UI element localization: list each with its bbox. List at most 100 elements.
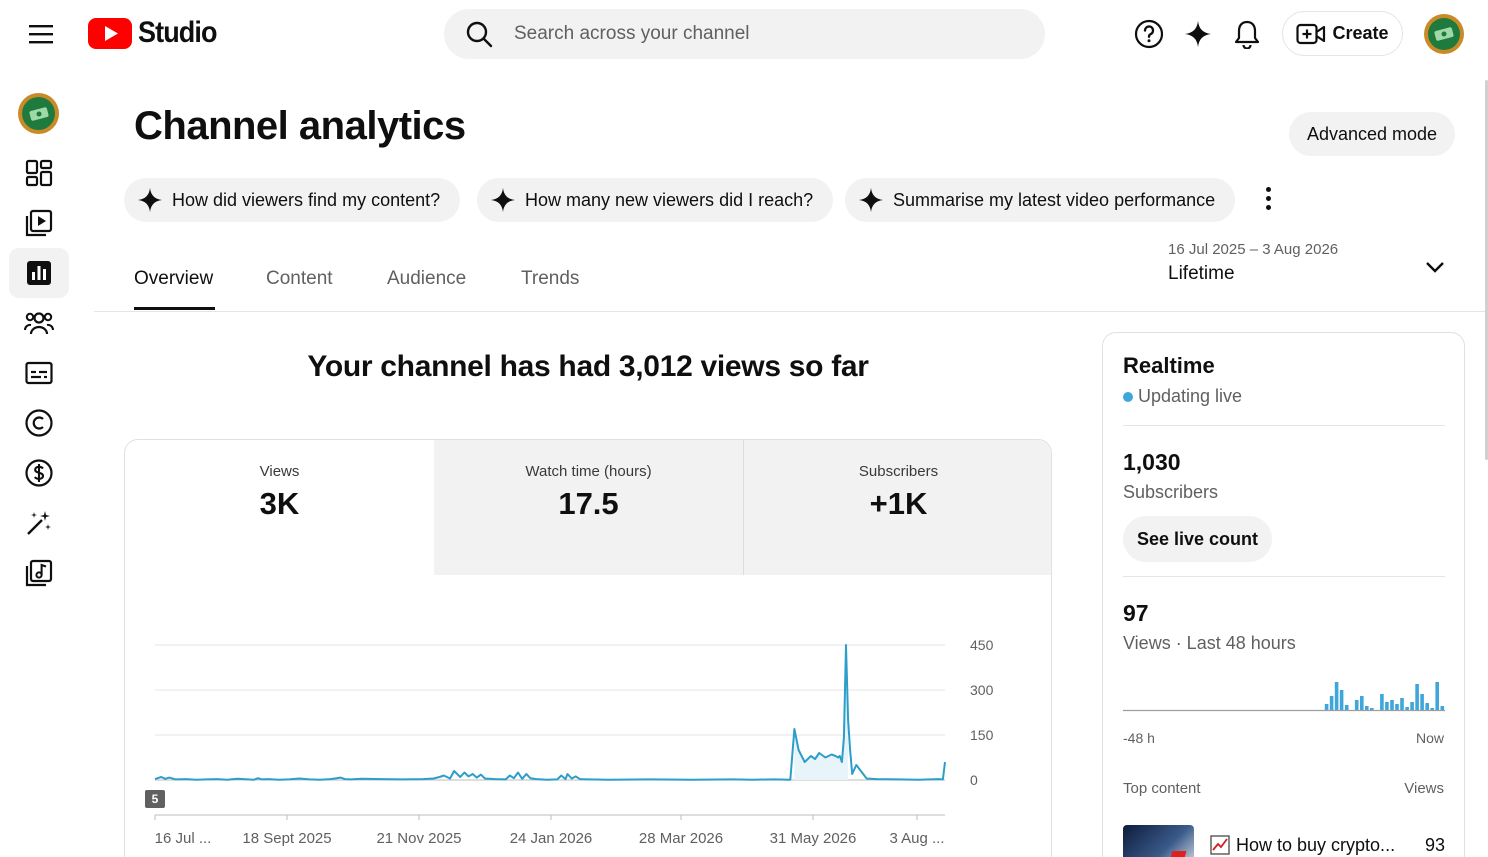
realtime-title: Realtime: [1123, 353, 1215, 378]
sparkle-icon[interactable]: [1178, 14, 1218, 54]
create-button[interactable]: Create: [1282, 11, 1403, 56]
y-tick-label: 0: [970, 772, 978, 788]
metric-value: +1K: [869, 486, 928, 521]
realtime-views-value: 97: [1123, 600, 1149, 626]
studio-logo[interactable]: Studio: [88, 16, 225, 50]
advanced-mode-button[interactable]: Advanced mode: [1289, 112, 1455, 156]
search-bar[interactable]: [444, 9, 1045, 59]
help-icon[interactable]: [1129, 14, 1169, 54]
account-avatar[interactable]: [1424, 14, 1464, 54]
tab-content[interactable]: Content: [266, 268, 333, 290]
realtime-bar: [1400, 698, 1404, 710]
realtime-bar: [1435, 682, 1439, 710]
active-tab-indicator: [134, 307, 215, 310]
x-tick-label: 21 Nov 2025: [376, 830, 461, 847]
sidebar-item-community[interactable]: [9, 298, 69, 348]
tab-trends[interactable]: Trends: [521, 268, 579, 290]
x-tick-label: 18 Sept 2025: [242, 830, 331, 847]
youtube-play-icon: [88, 17, 132, 49]
realtime-subscribers-value: 1,030: [1123, 449, 1181, 475]
sidebar-item-analytics[interactable]: [9, 248, 69, 298]
x-tick-label: 24 Jan 2026: [510, 830, 593, 847]
realtime-bar: [1334, 682, 1339, 710]
people-icon: [24, 312, 54, 335]
magic-wand-icon: [27, 511, 51, 535]
metric-value: 3K: [259, 486, 300, 521]
tab-overview[interactable]: Overview: [134, 268, 213, 290]
y-tick-label: 450: [970, 637, 994, 653]
metric-value: 17.5: [558, 486, 619, 521]
chip-label: How many new viewers did I reach?: [525, 189, 814, 210]
audio-library-icon: [25, 559, 53, 587]
realtime-bar: [1360, 696, 1364, 710]
chart-trend-icon: [1210, 835, 1230, 855]
top-views-label: Views: [1404, 780, 1444, 797]
realtime-bar: [1425, 703, 1429, 710]
realtime-axis-start: -48 h: [1123, 730, 1155, 746]
top-content-item[interactable]: How to buy crypto... 93: [1123, 825, 1445, 857]
metric-label: Subscribers: [858, 463, 939, 480]
dashboard-icon: [25, 159, 53, 187]
realtime-status-text: Updating live: [1138, 386, 1243, 406]
see-live-count-button[interactable]: See live count: [1123, 516, 1272, 562]
x-tick-label: 28 Mar 2026: [639, 830, 723, 847]
channel-avatar[interactable]: [18, 93, 59, 134]
sidebar-item-dashboard[interactable]: [9, 148, 69, 198]
metric-label: Views: [259, 463, 300, 480]
sidebar-item-copyright[interactable]: [9, 398, 69, 448]
sidebar-item-audio-library[interactable]: [9, 548, 69, 598]
create-video-icon: [1296, 23, 1326, 44]
tab-audience[interactable]: Audience: [387, 268, 466, 290]
sidebar-item-content[interactable]: [9, 198, 69, 248]
sparkle-icon: [859, 188, 883, 212]
video-marker-label: 5: [152, 792, 159, 806]
x-tick-label: 16 Jul ...: [155, 830, 212, 847]
realtime-bar: [1395, 704, 1399, 710]
metric-watch-time[interactable]: Watch time (hours) 17.5: [434, 440, 743, 575]
realtime-bar: [1415, 684, 1419, 710]
date-period[interactable]: Lifetime: [1168, 263, 1235, 285]
divider: [1123, 576, 1445, 577]
realtime-axis-end: Now: [1415, 730, 1444, 746]
sparkle-icon: [138, 188, 162, 212]
realtime-status: Updating live: [1123, 386, 1242, 407]
sidebar-item-subtitles[interactable]: [9, 348, 69, 398]
date-range[interactable]: 16 Jul 2025 – 3 Aug 2026: [1168, 241, 1338, 258]
sidebar-item-customisation[interactable]: [9, 498, 69, 548]
realtime-bar: [1339, 690, 1344, 710]
notifications-bell-icon[interactable]: [1227, 14, 1267, 54]
chip-new-viewers[interactable]: How many new viewers did I reach?: [477, 178, 834, 222]
realtime-bar: [1324, 704, 1329, 710]
sidebar-item-earn[interactable]: [9, 448, 69, 498]
realtime-bar: [1380, 694, 1384, 710]
y-tick-label: 300: [970, 682, 994, 698]
metric-views[interactable]: Views 3K: [125, 440, 434, 575]
subtitles-icon: [25, 361, 53, 385]
realtime-card: Realtime Updating live 1,030 Subscribers…: [1102, 332, 1465, 857]
chip-label: Summarise my latest video performance: [893, 189, 1216, 210]
search-icon[interactable]: [444, 20, 514, 48]
realtime-bar-chart[interactable]: [1123, 673, 1445, 719]
metric-subscribers[interactable]: Subscribers +1K: [744, 440, 1051, 575]
realtime-bar: [1390, 700, 1394, 710]
dollar-icon: [25, 459, 53, 487]
chip-label: How did viewers find my content?: [172, 189, 441, 210]
chip-summarise-video[interactable]: Summarise my latest video performance: [845, 178, 1236, 222]
menu-icon[interactable]: [22, 16, 60, 52]
chevron-down-icon[interactable]: [1420, 252, 1450, 282]
more-options-icon[interactable]: [1255, 182, 1281, 214]
y-tick-label: 150: [970, 727, 994, 743]
views-headline: Your channel has had 3,012 views so far: [307, 350, 869, 383]
video-thumbnail: [1123, 825, 1194, 857]
views-chart[interactable]: 450 300 150 0 16 Jul ... 18 Sept 2025 21 Nov 2…: [124, 580, 1052, 857]
tabs-divider: [94, 311, 1488, 312]
top-content-title: How to buy crypto...: [1236, 834, 1396, 855]
realtime-subscribers-label: Subscribers: [1123, 482, 1219, 502]
logo-text: Studio: [138, 16, 217, 49]
chip-viewers-find-content[interactable]: How did viewers find my content?: [124, 178, 461, 222]
top-content-title-wrap: How to buy crypto...: [1210, 835, 1410, 856]
realtime-bar: [1354, 700, 1359, 710]
top-bar: Studio Create: [0, 0, 1488, 68]
search-input[interactable]: [514, 23, 1014, 45]
realtime-views-label: Views · Last 48 hours: [1123, 633, 1296, 653]
